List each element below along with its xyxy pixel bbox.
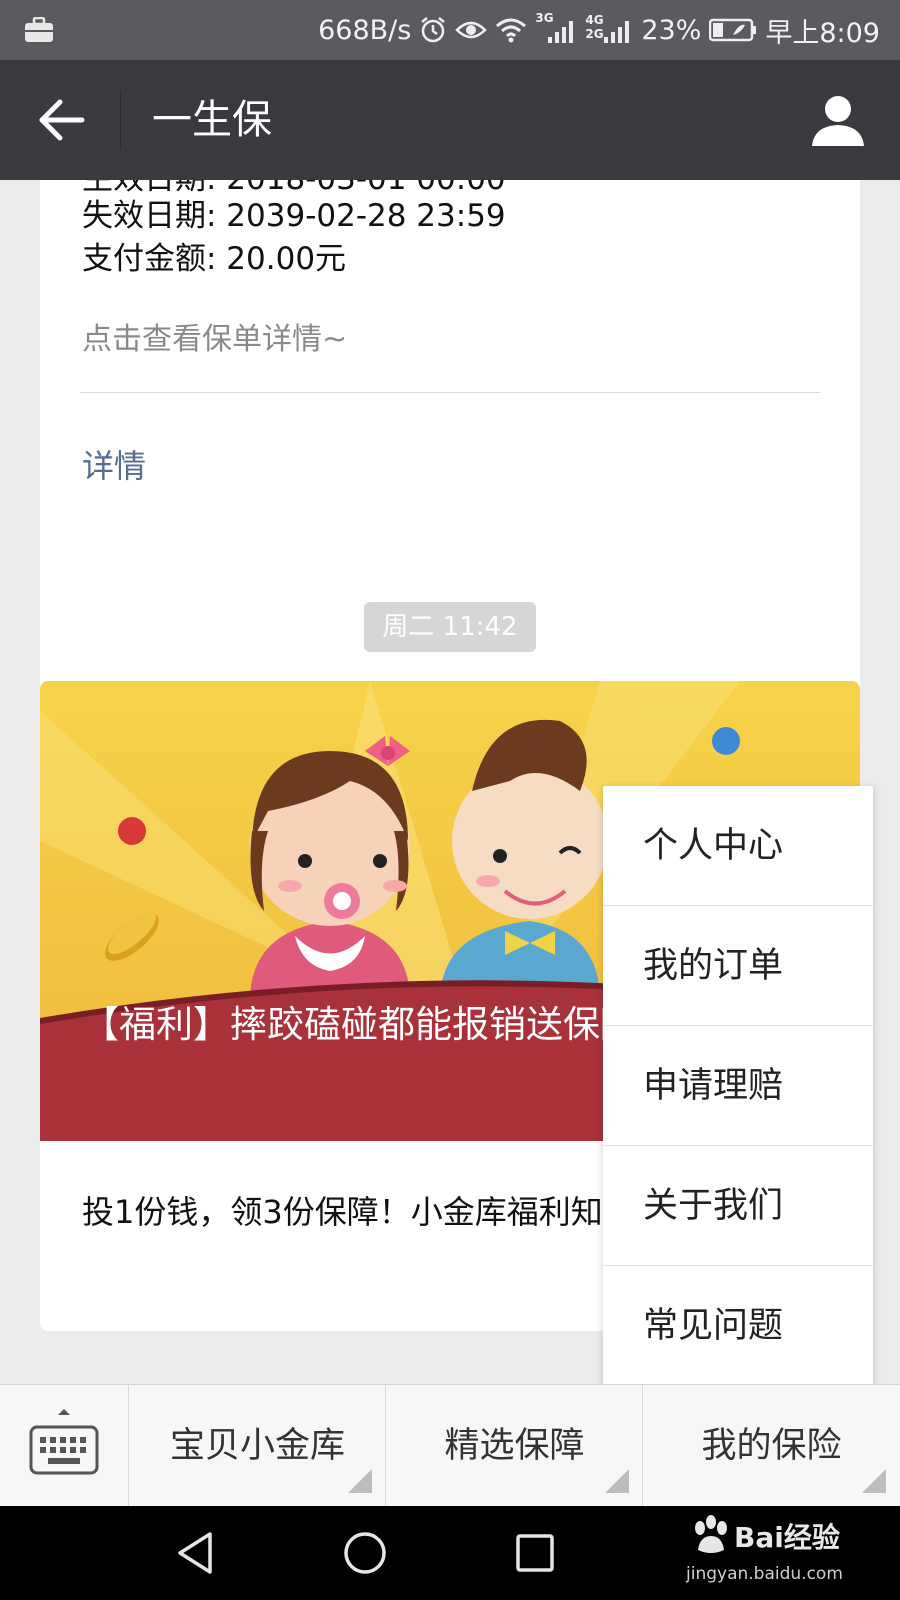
nav-back-button[interactable]	[170, 1528, 220, 1578]
message-timestamp: 周二 11:42	[364, 602, 536, 652]
signal-bars-icon	[604, 21, 630, 43]
page-title: 一生保	[152, 97, 272, 143]
submenu-corner-icon	[348, 1469, 372, 1493]
popup-menu: 个人中心 我的订单 申请理赔 关于我们 常见问题	[603, 786, 873, 1386]
menu-button-baby-vault[interactable]: 宝贝小金库	[128, 1385, 386, 1507]
menu-button-label: 我的保险	[701, 1426, 842, 1466]
back-arrow-icon	[39, 99, 85, 141]
menu-item-about-us[interactable]: 关于我们	[603, 1146, 873, 1266]
circle-home-icon	[344, 1532, 386, 1574]
battery-icon	[709, 18, 757, 42]
eye-icon	[455, 21, 488, 39]
nav-home-button[interactable]	[340, 1528, 390, 1578]
signal-2g-label: 2G	[585, 27, 604, 41]
person-icon	[812, 96, 864, 146]
paw-logo-icon	[695, 1515, 727, 1553]
menu-button-selected-coverage[interactable]: 精选保障	[385, 1385, 643, 1507]
title-divider	[120, 90, 121, 150]
submenu-corner-icon	[862, 1469, 886, 1493]
nav-recents-button[interactable]	[510, 1528, 560, 1578]
wifi-icon	[496, 18, 527, 43]
signal-3g: 3G	[535, 11, 577, 45]
signal-4g: 4G 2G	[585, 13, 633, 45]
submenu-corner-icon	[605, 1469, 629, 1493]
keyboard-icon	[29, 1409, 99, 1475]
menu-item-faq[interactable]: 常见问题	[603, 1266, 873, 1386]
keyboard-toggle-button[interactable]	[0, 1385, 128, 1507]
triangle-back-icon	[178, 1532, 212, 1574]
menu-item-my-orders[interactable]: 我的订单	[603, 906, 873, 1026]
menu-button-my-insurance[interactable]: 我的保险	[642, 1385, 900, 1507]
signal-bars-icon	[548, 21, 574, 43]
android-nav-bar: Bai经验 jingyan.baidu.com	[0, 1506, 900, 1600]
alarm-icon	[421, 17, 446, 43]
net-speed: 668B/s	[318, 14, 412, 46]
back-button[interactable]	[30, 88, 94, 152]
baidu-jingyan-watermark: Bai经验 jingyan.baidu.com	[686, 1512, 886, 1598]
status-bar: 668B/s 3G 4G 2G 23% 早上8:09	[0, 0, 900, 60]
menu-item-apply-claim[interactable]: 申请理赔	[603, 1026, 873, 1146]
signal-4g-label: 4G	[585, 13, 604, 27]
clock: 早上8:09	[765, 17, 880, 49]
briefcase-icon	[25, 17, 53, 42]
battery-percent: 23%	[641, 14, 702, 46]
watermark-url: jingyan.baidu.com	[686, 1564, 843, 1584]
menu-button-label: 宝贝小金库	[169, 1426, 345, 1466]
card-divider	[80, 392, 820, 393]
title-bar: 一生保	[0, 60, 900, 180]
square-recents-icon	[516, 1534, 554, 1572]
expiry-date: 失效日期: 2039-02-28 23:59	[82, 198, 506, 234]
menu-button-label: 精选保障	[444, 1426, 585, 1466]
bottom-menu-bar: 宝贝小金库 精选保障 我的保险	[0, 1384, 900, 1507]
detail-link[interactable]: 详情	[82, 444, 146, 488]
watermark-brand: Bai经验	[734, 1521, 840, 1554]
profile-button[interactable]	[806, 88, 870, 152]
payment-amount: 支付金额: 20.00元	[82, 241, 347, 277]
policy-hint: 点击查看保单详情~	[82, 322, 348, 357]
menu-item-personal-center[interactable]: 个人中心	[603, 786, 873, 906]
